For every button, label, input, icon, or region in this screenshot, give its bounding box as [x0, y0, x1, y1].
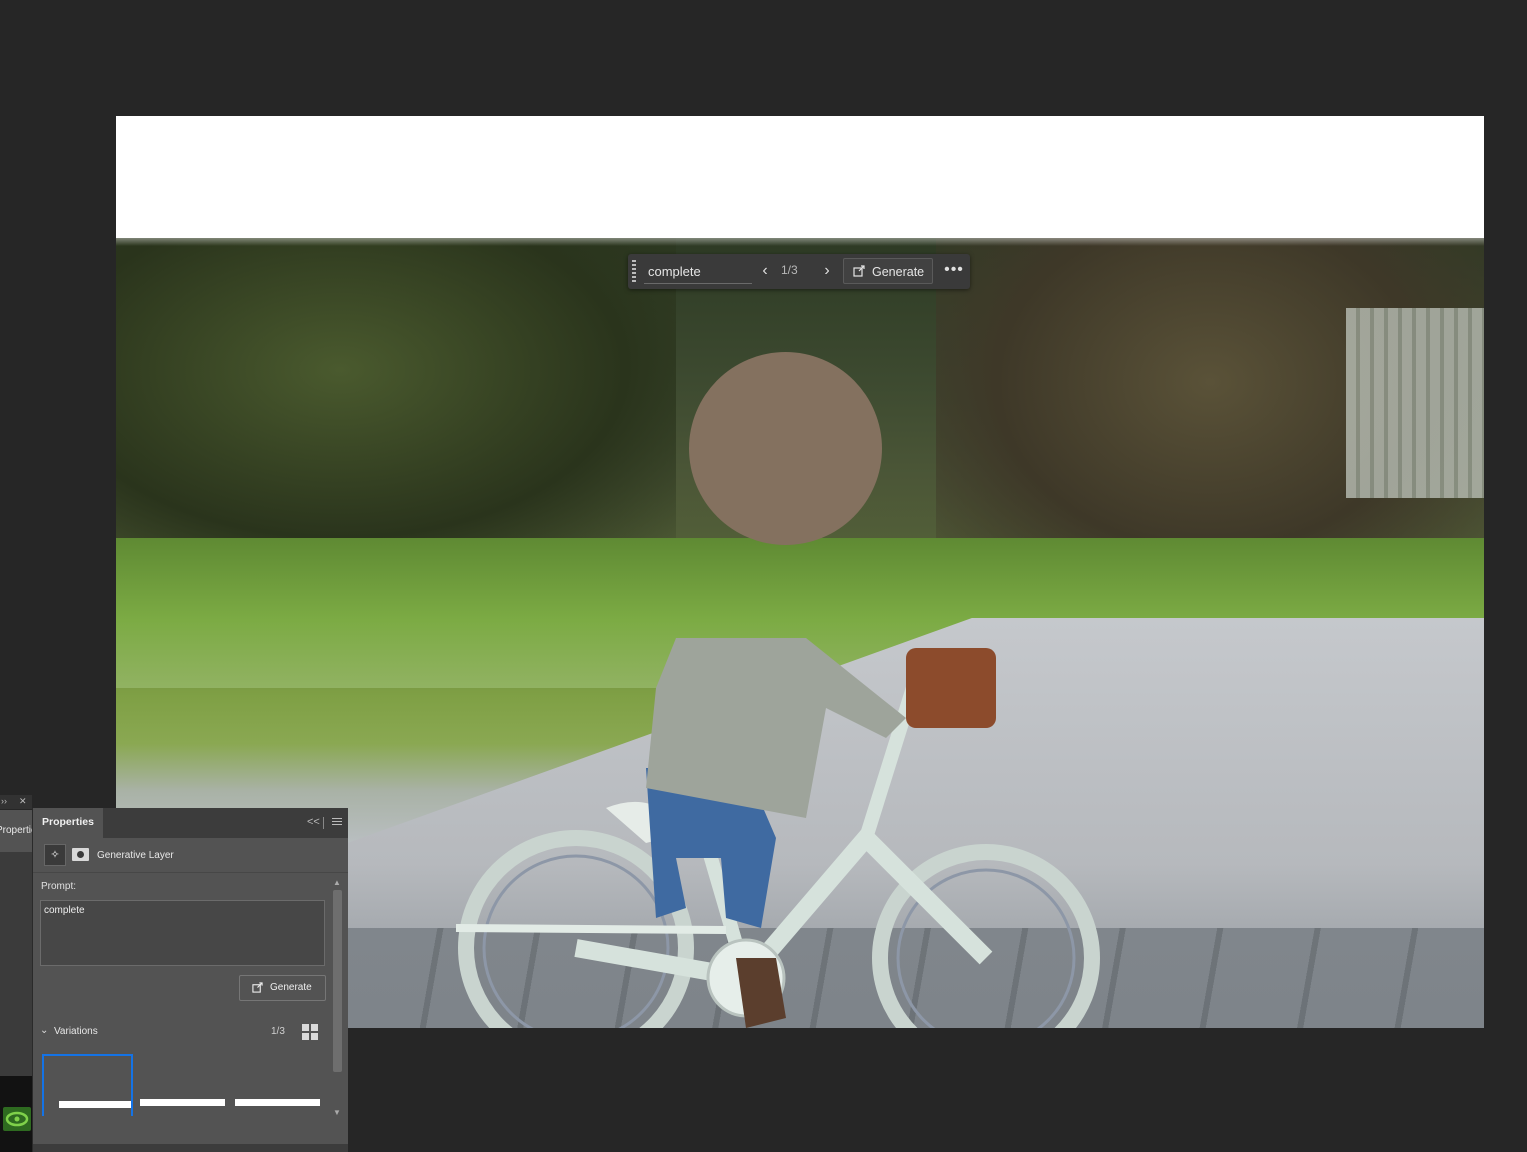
drag-grip-icon[interactable] [632, 260, 636, 284]
child-on-bicycle [455, 638, 1100, 1028]
layer-type-row: ✧ Generative Layer [33, 838, 348, 873]
layer-mask-icon[interactable] [72, 848, 89, 861]
nvidia-icon[interactable] [3, 1107, 31, 1131]
ellipsis-icon[interactable]: ••• [944, 260, 964, 282]
panel-footer [33, 1144, 348, 1152]
variation-counter: 1/3 [781, 263, 798, 277]
variation-thumbnail-3[interactable] [235, 1054, 320, 1116]
variations-label[interactable]: Variations [54, 1026, 98, 1037]
scrollbar-thumb[interactable] [333, 890, 342, 1072]
contextual-task-bar: complete ‹ 1/3 › Generate ••• [628, 254, 970, 289]
chevron-down-icon[interactable]: ⌄ [40, 1025, 48, 1036]
generate-button[interactable]: Generate [239, 975, 326, 1001]
tab-properties[interactable]: Properties [33, 808, 103, 838]
generate-button-label: Generate [872, 265, 925, 279]
prompt-input[interactable]: complete [644, 260, 752, 284]
dock-header: ›› ✕ [0, 795, 32, 809]
collapsed-properties-tab[interactable]: Properties [0, 810, 32, 852]
background-trees-left [116, 238, 676, 568]
dock-strip [0, 852, 32, 1076]
prompt-textarea[interactable]: complete [40, 900, 325, 966]
variation-thumbnail-1[interactable] [42, 1054, 133, 1116]
layer-type-label: Generative Layer [97, 850, 174, 861]
generate-button-label: Generate [270, 982, 312, 993]
panel-tab-row: Properties << [33, 808, 348, 838]
scroll-down-icon[interactable]: ▼ [333, 1108, 341, 1117]
variation-thumbnail-2[interactable] [140, 1054, 225, 1116]
panel-menu-icon[interactable] [332, 818, 342, 826]
generate-icon [853, 265, 865, 277]
generate-icon [252, 982, 263, 993]
close-icon[interactable]: ✕ [19, 796, 27, 807]
collapse-panel-icon[interactable]: << [307, 816, 320, 828]
grid-view-icon[interactable] [302, 1024, 318, 1040]
prompt-label: Prompt: [41, 881, 77, 892]
chevron-left-icon[interactable]: ‹ [756, 261, 774, 281]
generative-layer-icon[interactable]: ✧ [44, 844, 66, 866]
generate-button[interactable]: Generate [843, 258, 933, 284]
expand-panels-icon[interactable]: ›› [1, 796, 7, 806]
scroll-up-icon[interactable]: ▲ [333, 878, 341, 887]
divider [323, 817, 324, 829]
chevron-right-icon[interactable]: › [818, 261, 836, 281]
properties-panel: Properties << ✧ Generative Layer Prompt:… [32, 808, 348, 1152]
blurred-face [689, 352, 882, 545]
generative-fill-edge [116, 226, 1484, 246]
panel-scrollbar[interactable]: ▲ ▼ [330, 876, 345, 1122]
variations-count: 1/3 [271, 1026, 285, 1037]
background-fence [1346, 308, 1484, 498]
